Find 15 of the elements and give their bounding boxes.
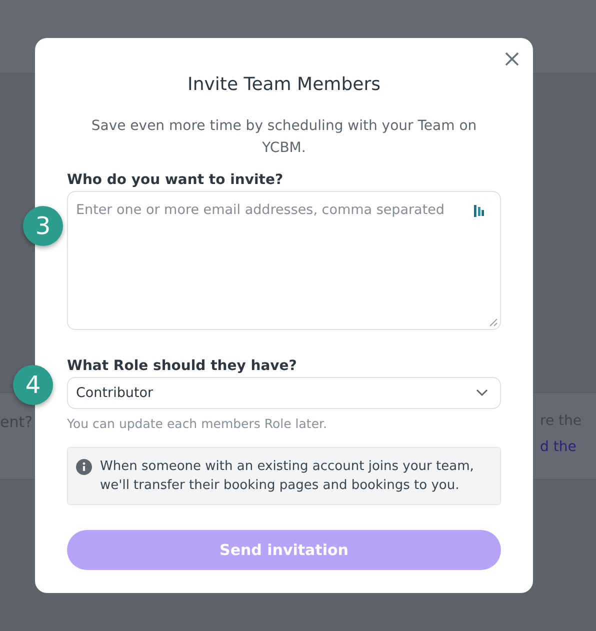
field-label: What Role should they have?	[67, 358, 298, 374]
info-icon	[76, 459, 92, 475]
article-link[interactable]: d the	[540, 439, 596, 455]
bars-icon	[473, 204, 485, 218]
role-dropdown[interactable]: Contributor	[67, 377, 501, 409]
info-text: When someone with an existing account joins your team, we'll transfer their booking pages and bookings to you.	[100, 458, 475, 495]
dialog-subtitle: Save even more time by scheduling with your Team on YCBM.	[90, 117, 478, 158]
email-input-field[interactable]: Enter one or more email addresses, comma separated	[67, 191, 501, 330]
resize-handle-icon[interactable]	[489, 318, 498, 327]
field-label: Who do you want to invite?	[67, 172, 284, 188]
chevron-down-icon	[476, 389, 488, 397]
step-badge: 3	[23, 206, 63, 246]
dialog-title: Invite Team Members	[186, 74, 382, 95]
send-invitation-button[interactable]: Send invitation	[67, 530, 501, 570]
hint-text: You can update each members Role later.	[67, 416, 328, 431]
